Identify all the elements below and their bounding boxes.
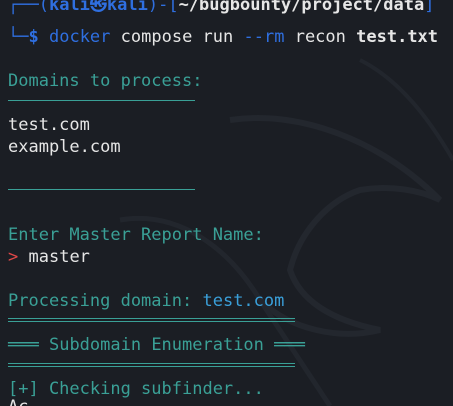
divider-bottom <box>8 189 195 190</box>
processing-label: Processing domain: <box>8 291 193 311</box>
section-title: Subdomain Enumeration <box>48 335 264 355</box>
prompt-line-top: ┌──(kali㉿kali)-[~/bugbounty/project/data… <box>8 0 434 16</box>
processing-domain: test.com <box>202 291 285 311</box>
section-bars-left: ═══ <box>8 335 39 355</box>
prompt-host: kali <box>106 0 148 15</box>
command-image: recon <box>294 27 346 47</box>
prompt-corner-bottom: └─ <box>8 27 29 47</box>
section-border-top <box>8 318 295 322</box>
partial-line: Ac <box>8 396 28 406</box>
command-line: └─$ docker compose run --rm recon test.t… <box>8 26 438 48</box>
report-input-line: > master <box>8 246 90 268</box>
domain-item-1: example.com <box>8 137 121 157</box>
checking-line: [+] Checking subfinder... <box>8 379 264 399</box>
section-bars-right: ═══ <box>274 335 305 355</box>
domains-header: Domains to process: <box>8 71 203 91</box>
domain-item-0: test.com <box>8 115 90 135</box>
processing-line: Processing domain: test.com <box>8 290 284 312</box>
prompt-corner: ┌──( <box>8 0 49 15</box>
section-title-line: ═══ Subdomain Enumeration ═══ <box>8 334 305 356</box>
command-flag: --rm <box>243 27 285 47</box>
command-args: compose run <box>120 27 234 47</box>
prompt-path: ~/bugbounty/project/data <box>178 0 425 15</box>
prompt-symbol: ㉿ <box>89 0 107 15</box>
section-border-bottom <box>8 363 295 367</box>
input-arrow: > <box>8 247 19 267</box>
report-name: master <box>28 247 90 267</box>
prompt-user: kali <box>48 0 90 15</box>
report-prompt: Enter Master Report Name: <box>8 225 264 245</box>
divider-top <box>8 100 195 101</box>
command-docker: docker <box>48 27 111 47</box>
prompt-dollar: $ <box>28 27 39 47</box>
command-file: test.txt <box>356 27 439 47</box>
